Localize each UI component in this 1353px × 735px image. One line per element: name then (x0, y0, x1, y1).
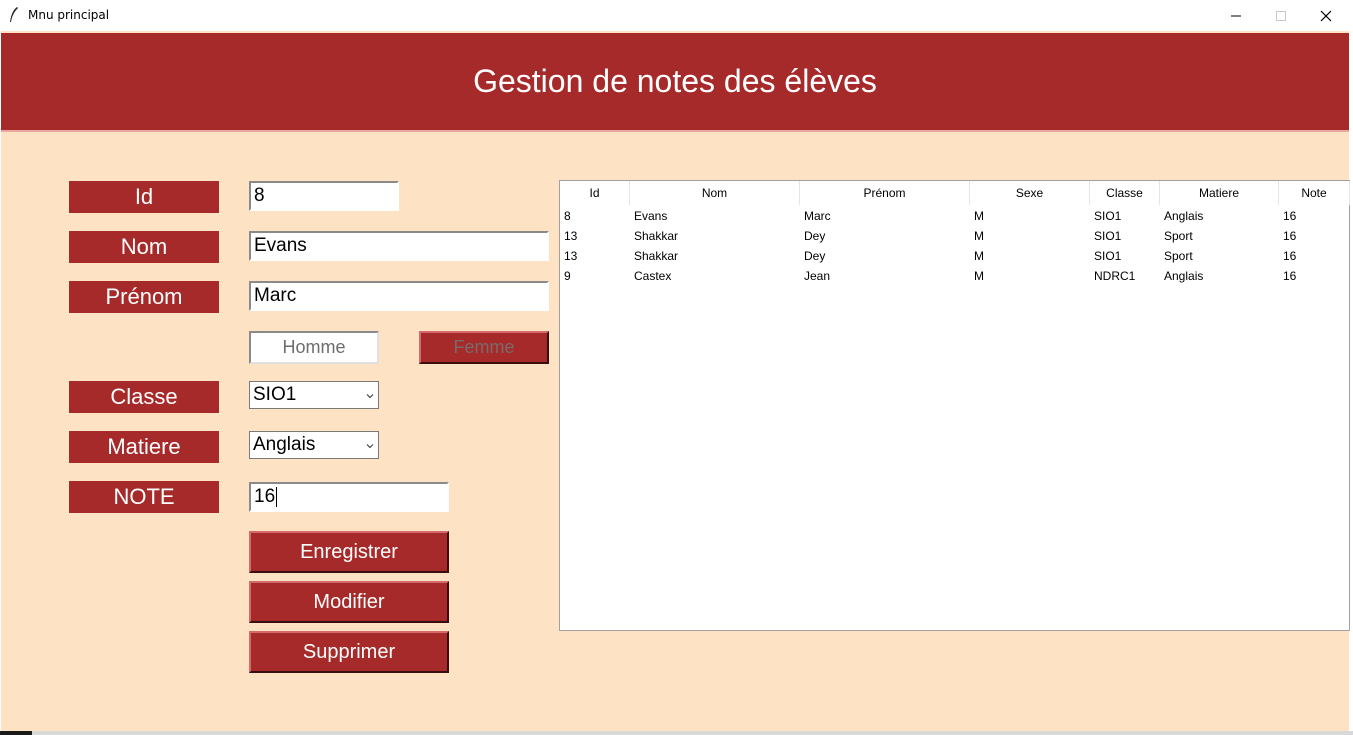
label-matiere: Matiere (69, 431, 219, 463)
table-cell: 16 (1283, 249, 1297, 263)
minimize-button[interactable] (1213, 0, 1259, 31)
window-title: Mnu principal (28, 8, 110, 22)
enregistrer-button[interactable]: Enregistrer (249, 531, 449, 573)
radio-femme[interactable]: Femme (419, 331, 549, 364)
close-button[interactable] (1303, 0, 1349, 31)
table-cell: SIO1 (1094, 209, 1122, 223)
table-cell: 16 (1283, 209, 1297, 223)
taskbar (0, 731, 1353, 735)
table-cell: Dey (804, 249, 826, 263)
table-cell: M (974, 209, 984, 223)
radio-homme[interactable]: Homme (249, 331, 379, 364)
table-cell: Anglais (1164, 269, 1204, 283)
feather-icon (10, 7, 18, 22)
students-table[interactable]: Id Nom Prénom Sexe Classe Matiere Note 8 Evans M… (559, 180, 1350, 631)
column-header[interactable]: Classe (1090, 181, 1160, 205)
table-header: Id Nom Prénom Sexe Classe Matiere Note (560, 181, 1350, 205)
maximize-button[interactable] (1258, 0, 1304, 31)
table-cell: 16 (1283, 229, 1297, 243)
table-cell: Evans (634, 209, 668, 223)
label-nom: Nom (69, 231, 219, 263)
table-cell: M (974, 249, 984, 263)
text-caret (276, 486, 278, 507)
label-prenom: Prénom (69, 281, 219, 313)
note-input[interactable]: 16 (249, 482, 449, 512)
table-cell: 16 (1283, 269, 1297, 283)
table-cell: 13 (564, 229, 578, 243)
prenom-input[interactable]: Marc (249, 281, 549, 311)
supprimer-button[interactable]: Supprimer (249, 631, 449, 673)
table-row[interactable]: 8 Evans Marc M SIO1 Anglais 16 (560, 206, 1349, 226)
window-titlebar: Mnu principal (0, 0, 1353, 31)
chevron-down-icon (366, 394, 374, 399)
table-cell: 13 (564, 249, 578, 263)
label-classe: Classe (69, 381, 219, 413)
table-cell: Sport (1164, 229, 1193, 243)
radio-femme-label: Femme (453, 337, 515, 357)
minimize-icon (1231, 15, 1241, 16)
table-cell: Marc (804, 209, 831, 223)
nom-value: Evans (254, 235, 307, 256)
table-cell: Shakkar (634, 229, 679, 243)
header-banner: Gestion de notes des élèves (1, 33, 1349, 132)
matiere-select[interactable]: Anglais (249, 431, 379, 459)
classe-select[interactable]: SIO1 (249, 381, 379, 409)
app-window: Gestion de notes des élèves Id Nom Préno… (1, 31, 1350, 731)
prenom-value: Marc (254, 285, 297, 306)
taskbar-start (0, 731, 32, 735)
chevron-down-icon (366, 444, 374, 449)
maximize-icon (1276, 10, 1286, 21)
table-row[interactable]: 13 Shakkar Dey M SIO1 Sport 16 (560, 246, 1349, 266)
table-cell: 8 (564, 209, 571, 223)
page-title: Gestion de notes des élèves (473, 63, 877, 99)
column-header[interactable]: Nom (630, 181, 800, 205)
table-cell: Jean (804, 269, 831, 283)
column-header[interactable]: Note (1279, 181, 1350, 205)
close-icon (1320, 10, 1332, 21)
label-id: Id (69, 181, 219, 213)
note-value: 16 (254, 486, 276, 507)
column-header[interactable]: Id (560, 181, 630, 205)
column-header[interactable]: Prénom (800, 181, 970, 205)
id-value: 8 (254, 185, 265, 206)
table-cell: 9 (564, 269, 571, 283)
column-header[interactable]: Matiere (1160, 181, 1279, 205)
table-row[interactable]: 9 Castex Jean M NDRC1 Anglais 16 (560, 266, 1349, 286)
classe-value: SIO1 (253, 384, 297, 405)
table-row[interactable]: 13 Shakkar Dey M SIO1 Sport 16 (560, 226, 1349, 246)
table-cell: SIO1 (1094, 229, 1122, 243)
table-cell: Dey (804, 229, 826, 243)
modifier-button[interactable]: Modifier (249, 581, 449, 623)
column-header[interactable]: Sexe (970, 181, 1090, 205)
matiere-value: Anglais (253, 434, 316, 455)
table-cell: Castex (634, 269, 672, 283)
table-cell: NDRC1 (1094, 269, 1136, 283)
table-cell: Sport (1164, 249, 1193, 263)
table-cell: Shakkar (634, 249, 679, 263)
label-note: NOTE (69, 481, 219, 513)
table-cell: M (974, 229, 984, 243)
table-cell: Anglais (1164, 209, 1204, 223)
nom-input[interactable]: Evans (249, 231, 549, 261)
id-input[interactable]: 8 (249, 181, 399, 211)
table-cell: M (974, 269, 984, 283)
table-cell: SIO1 (1094, 249, 1122, 263)
radio-homme-label: Homme (282, 337, 346, 357)
